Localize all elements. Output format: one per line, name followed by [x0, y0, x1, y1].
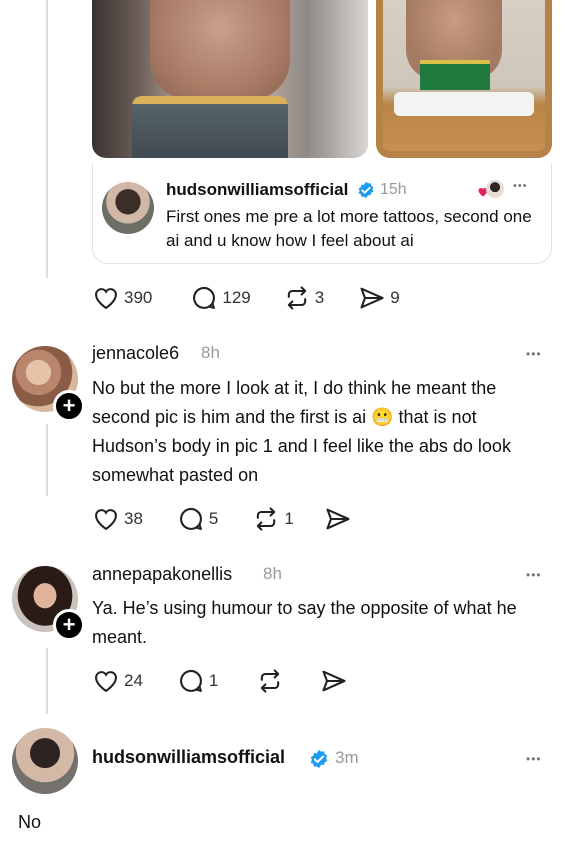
more-options-icon[interactable]: ••• [526, 752, 542, 766]
thread-line [46, 648, 48, 714]
comment-time: 8h [263, 564, 282, 583]
post-image-1[interactable] [92, 0, 368, 158]
reply-icon [180, 508, 202, 530]
torso-graphic [150, 0, 290, 100]
heart-icon [95, 288, 117, 310]
quoted-time: 15h [380, 181, 407, 198]
reply-count: 1 [208, 671, 219, 690]
share-button[interactable]: 9 [358, 284, 400, 312]
follow-button[interactable]: + [53, 609, 85, 641]
repost-button[interactable] [256, 667, 288, 695]
reply-icon [180, 670, 202, 692]
repost-icon [287, 286, 306, 310]
repost-icon [257, 507, 276, 531]
repost-count: 1 [284, 509, 294, 528]
comment-time: 8h [201, 343, 220, 362]
heart-icon [95, 509, 117, 531]
more-options-icon[interactable]: ••• [513, 180, 528, 192]
post-actions: 390 129 3 9 [92, 284, 426, 312]
avatar[interactable] [102, 182, 154, 234]
repost-button[interactable]: 1 [252, 505, 294, 533]
like-button[interactable]: 38 [92, 505, 143, 533]
reply-button[interactable]: 1 [177, 667, 218, 695]
comment-actions: 38 5 1 [92, 505, 382, 533]
comment-text: No but the more I look at it, I do think… [92, 378, 511, 485]
reply-username[interactable]: hudsonwilliamsofficial [92, 747, 285, 768]
share-button[interactable] [324, 505, 356, 533]
reply-count: 5 [208, 509, 219, 528]
repost-icon [261, 669, 280, 693]
share-count: 9 [390, 288, 400, 307]
repost-count: 3 [314, 288, 325, 307]
like-count: 24 [124, 671, 143, 690]
reply-button[interactable]: 129 [190, 284, 251, 312]
send-icon [322, 670, 346, 692]
like-count: 390 [124, 288, 153, 307]
more-options-icon[interactable]: ••• [526, 347, 542, 361]
verified-icon [358, 181, 374, 199]
thread-line [46, 0, 48, 278]
shorts-graphic [132, 96, 288, 158]
send-icon [326, 508, 350, 530]
reply-button[interactable]: 5 [177, 505, 218, 533]
like-button[interactable]: 24 [92, 667, 143, 695]
like-count: 38 [124, 509, 143, 528]
verified-icon [310, 749, 328, 769]
heart-icon [95, 671, 117, 693]
more-options-icon[interactable]: ••• [526, 568, 542, 582]
like-button[interactable]: 390 [92, 284, 152, 312]
share-button[interactable] [320, 667, 352, 695]
comment-actions: 24 1 [92, 667, 378, 695]
post-image-2[interactable] [376, 0, 552, 158]
repost-button[interactable]: 3 [283, 284, 324, 312]
quoted-text: First ones me pre a lot more tattoos, se… [166, 207, 532, 250]
reply-count: 129 [222, 288, 251, 307]
thread-line [46, 424, 48, 496]
mirror-frame [376, 0, 552, 158]
avatar[interactable] [12, 728, 78, 794]
reply-time: 3m [335, 748, 359, 767]
reply-icon [193, 287, 216, 309]
liker-avatar [486, 180, 504, 198]
reply-text[interactable]: No [18, 808, 41, 837]
comment-username[interactable]: jennacole6 [92, 343, 179, 364]
comment-text: Ya. He’s using humour to say the opposit… [92, 598, 517, 647]
follow-button[interactable]: + [53, 390, 85, 422]
quoted-username[interactable]: hudsonwilliamsofficial [166, 180, 348, 200]
comment-username[interactable]: annepapakonellis [92, 564, 232, 585]
send-icon [360, 287, 384, 309]
